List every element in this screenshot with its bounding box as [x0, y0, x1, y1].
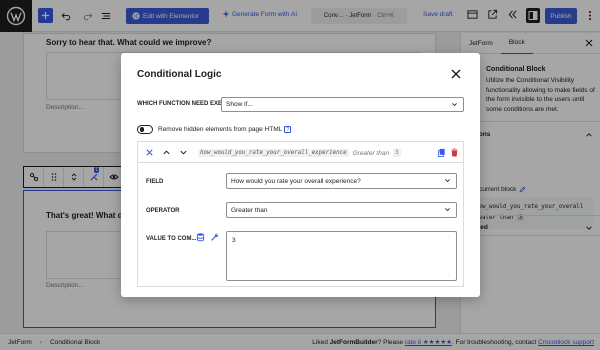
- field-select[interactable]: How would you rate your overall experien…: [226, 173, 457, 189]
- remove-hidden-label: Remove hidden elements from page HTML ?: [158, 126, 292, 133]
- toggle-text: Remove hidden elements from page HTML: [158, 126, 283, 133]
- condition-summary: how_would_you_rate_your_overall_experien…: [198, 149, 401, 157]
- trash-icon[interactable]: [450, 148, 459, 157]
- remove-hidden-toggle[interactable]: [137, 125, 153, 134]
- field-label: FIELD: [146, 179, 164, 185]
- modal-title: Conditional Logic: [137, 69, 222, 80]
- chevron-down-icon: [445, 179, 450, 183]
- database-icon[interactable]: [196, 232, 205, 242]
- value-text: 3: [232, 237, 236, 244]
- function-select[interactable]: Show if...: [221, 97, 464, 112]
- value-textarea[interactable]: 3: [226, 231, 457, 281]
- chevron-down-icon: [452, 103, 457, 107]
- operator-label: OPERATOR: [146, 208, 180, 214]
- operator-value: Greater than: [231, 206, 268, 214]
- help-icon[interactable]: ?: [284, 126, 292, 133]
- function-value: Show if...: [226, 101, 253, 108]
- chevron-down-icon[interactable]: [179, 148, 188, 157]
- value-label: VALUE TO COM...: [146, 236, 197, 242]
- summary-field: how_would_you_rate_your_overall_experien…: [198, 149, 349, 157]
- toggle-knob: [139, 127, 144, 132]
- close-icon[interactable]: [450, 68, 462, 80]
- operator-select[interactable]: Greater than: [226, 202, 457, 218]
- field-value: How would you rate your overall experien…: [231, 177, 361, 185]
- summary-value: 3: [393, 149, 401, 157]
- conditional-logic-modal: Conditional Logic WHICH FUNCTION NEED EX…: [121, 53, 480, 297]
- close-icon[interactable]: [145, 148, 154, 157]
- summary-operator: Greater than: [352, 149, 390, 157]
- function-label: WHICH FUNCTION NEED EXE...: [137, 101, 228, 107]
- chevron-up-icon[interactable]: [162, 148, 171, 157]
- wrench-icon[interactable]: [210, 232, 219, 242]
- copy-icon[interactable]: [437, 148, 446, 157]
- chevron-down-icon: [445, 208, 450, 212]
- condition-header: how_would_you_rate_your_overall_experien…: [138, 142, 463, 163]
- condition-item: how_would_you_rate_your_overall_experien…: [137, 141, 464, 287]
